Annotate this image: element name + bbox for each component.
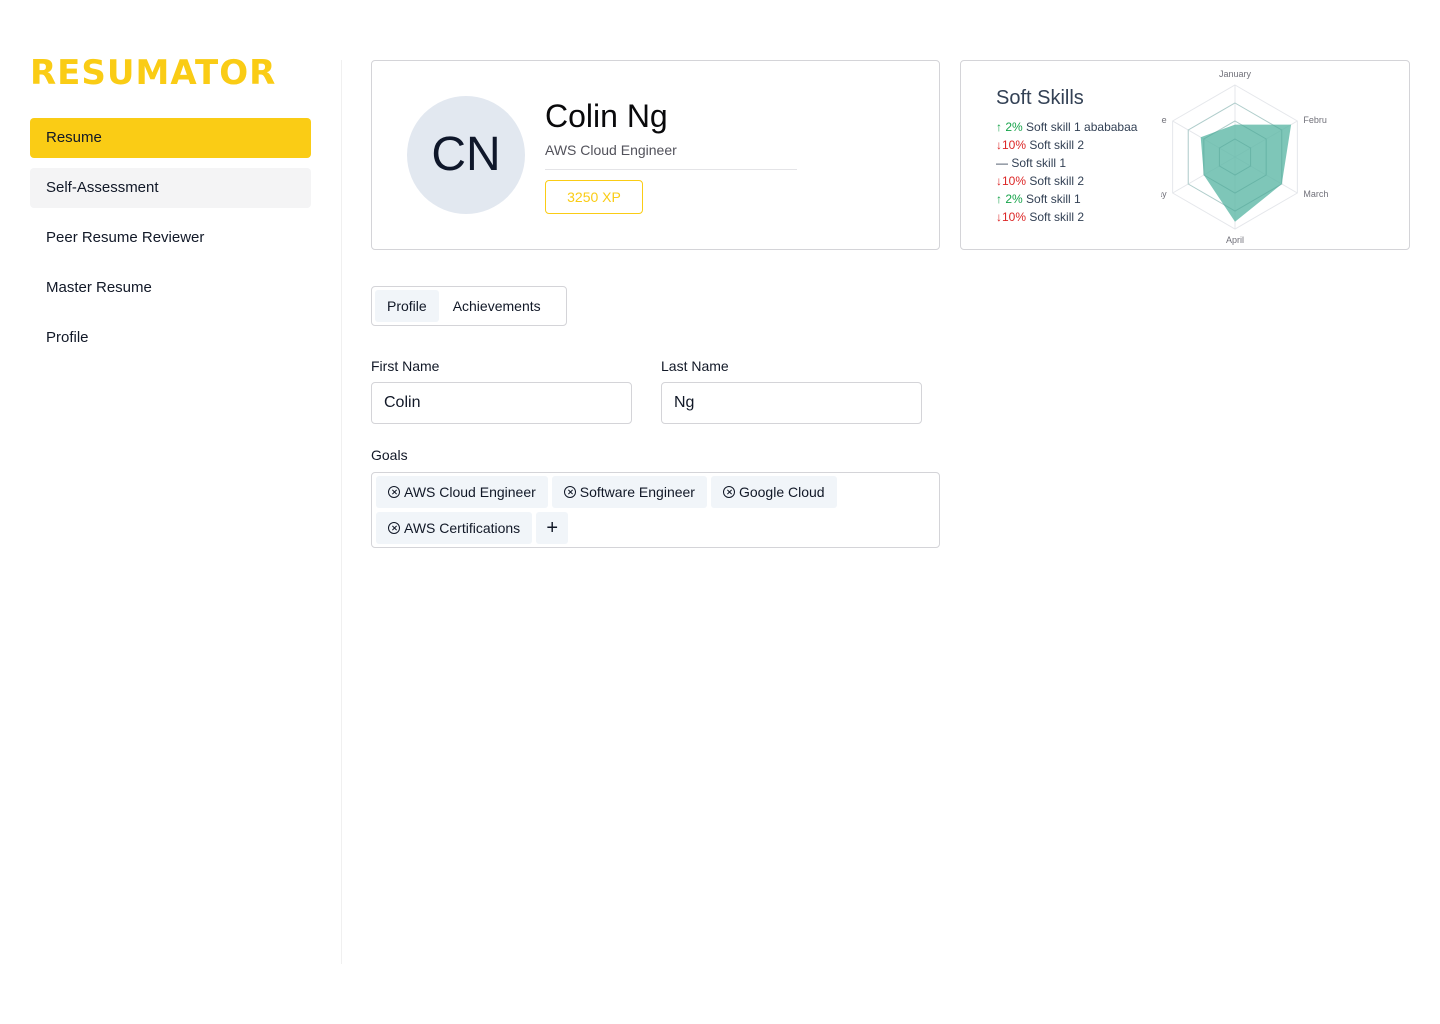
profile-divider [545, 169, 797, 170]
profile-tabs: Profile Achievements [371, 286, 567, 326]
skill-row: ↓10% Soft skill 2 [996, 172, 1137, 190]
skill-label: Soft skill 1 [1011, 156, 1067, 170]
goal-chip-label: AWS Cloud Engineer [404, 484, 536, 500]
profile-card: CN Colin Ng AWS Cloud Engineer 3250 XP [371, 60, 940, 250]
trend-indicator: ↓10% [996, 210, 1027, 224]
sidebar-divider [341, 60, 342, 964]
soft-skills-radar-chart: January Febru March April May June [1161, 69, 1328, 245]
skill-label: Soft skill 1 [1026, 192, 1081, 206]
skill-row: ↑ 2% Soft skill 1 abababaa [996, 118, 1137, 136]
skill-row: — Soft skill 1 [996, 154, 1137, 172]
add-goal-button[interactable]: + [536, 512, 569, 544]
skill-row: ↓10% Soft skill 2 [996, 136, 1137, 154]
sidebar: RESUMATOR Resume Self-Assessment Peer Re… [30, 56, 311, 368]
tab-profile[interactable]: Profile [375, 290, 439, 322]
remove-circle-icon[interactable] [388, 486, 400, 498]
sidebar-item-profile[interactable]: Profile [30, 318, 311, 358]
skill-label: Soft skill 2 [1029, 174, 1085, 188]
goals-label: Goals [371, 447, 408, 463]
sidebar-item-self-assessment[interactable]: Self-Assessment [30, 168, 311, 208]
radar-axis-label: January [1219, 69, 1252, 79]
remove-circle-icon[interactable] [722, 486, 735, 498]
app-logo[interactable]: RESUMATOR [30, 56, 311, 96]
sidebar-item-master-resume[interactable]: Master Resume [30, 268, 311, 308]
profile-role: AWS Cloud Engineer [545, 142, 677, 158]
radar-axis-label: April [1226, 235, 1244, 245]
skill-label: Soft skill 1 abababaa [1026, 120, 1138, 134]
last-name-label: Last Name [661, 358, 729, 374]
goal-chip-label: Software Engineer [579, 484, 695, 500]
profile-name: Colin Ng [545, 98, 668, 134]
remove-circle-icon[interactable] [388, 522, 400, 534]
goal-chip-label: AWS Certifications [404, 520, 521, 536]
skill-row: ↑ 2% Soft skill 1 [996, 190, 1137, 208]
radar-axis-label: Febru [1303, 115, 1327, 125]
skill-row: ↓10% Soft skill 2 [996, 208, 1137, 226]
last-name-field[interactable] [661, 382, 922, 424]
tab-achievements[interactable]: Achievements [441, 290, 553, 322]
goal-chip[interactable]: AWS Certifications [376, 512, 533, 544]
xp-badge: 3250 XP [545, 180, 643, 214]
goal-chip[interactable]: AWS Cloud Engineer [376, 476, 548, 508]
radar-axis-label: May [1161, 189, 1167, 199]
goal-chip[interactable]: Software Engineer [551, 476, 707, 508]
radar-axis-label: June [1161, 115, 1167, 125]
goals-tag-input[interactable]: AWS Cloud Engineer Software Engineer Goo… [371, 472, 940, 548]
skill-label: Soft skill 2 [1029, 138, 1085, 152]
trend-indicator: ↓10% [996, 174, 1027, 188]
trend-indicator: ↑ 2% [996, 120, 1023, 134]
radar-axis-label: March [1303, 189, 1328, 199]
sidebar-item-resume[interactable]: Resume [30, 118, 311, 158]
trend-indicator: ↑ 2% [996, 192, 1023, 206]
first-name-label: First Name [371, 358, 440, 374]
soft-skills-title: Soft Skills [996, 87, 1084, 109]
soft-skills-list: ↑ 2% Soft skill 1 abababaa ↓10% Soft ski… [996, 118, 1137, 226]
goal-chip-label: Google Cloud [738, 484, 825, 500]
sidebar-item-peer-resume-reviewer[interactable]: Peer Resume Reviewer [30, 218, 311, 258]
avatar: CN [407, 96, 525, 214]
trend-indicator: ↓10% [996, 138, 1027, 152]
first-name-field[interactable] [371, 382, 632, 424]
remove-circle-icon[interactable] [563, 486, 576, 498]
soft-skills-card: Soft Skills ↑ 2% Soft skill 1 abababaa ↓… [960, 60, 1410, 250]
skill-label: Soft skill 2 [1029, 210, 1085, 224]
trend-indicator: — [996, 156, 1008, 170]
radar-series-area [1200, 124, 1292, 222]
goal-chip[interactable]: Google Cloud [710, 476, 837, 508]
